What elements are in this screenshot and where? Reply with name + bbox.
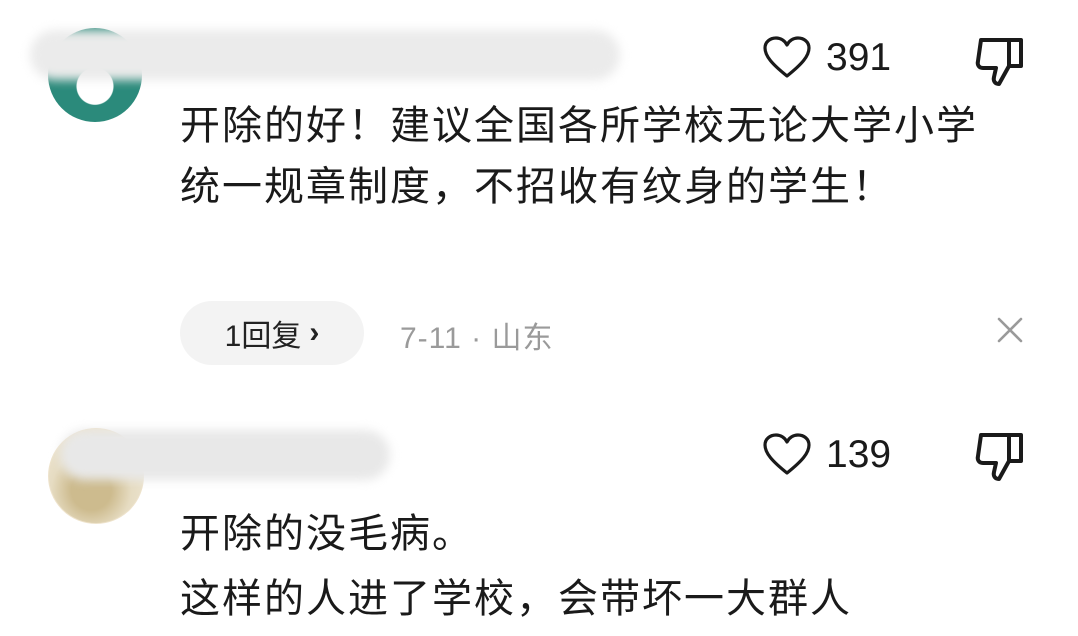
comment-meta: 7-11 · 山东 bbox=[400, 313, 554, 357]
chevron-right-icon: › bbox=[309, 316, 320, 349]
meta-separator: · bbox=[471, 322, 483, 355]
heart-outline-icon bbox=[763, 36, 811, 78]
like-count: 139 bbox=[826, 433, 892, 476]
thumbs-down-icon[interactable] bbox=[973, 34, 1029, 90]
comment-item: 391 开除的好！建议全国各所学校无论大学小学统一规章制度，不招收有纹身的学生！… bbox=[0, 0, 1078, 400]
username-blurred[interactable] bbox=[60, 430, 390, 480]
like-count: 391 bbox=[826, 36, 892, 79]
like-button[interactable]: 391 bbox=[762, 28, 891, 88]
comment-item: 139 开除的没毛病。 这样的人进了学校，会带坏一大群人 bbox=[0, 400, 1078, 636]
like-button[interactable]: 139 bbox=[762, 425, 891, 485]
comment-date: 7-11 bbox=[400, 322, 462, 355]
replies-label: 1回复 bbox=[224, 320, 302, 353]
username-blurred[interactable] bbox=[30, 30, 620, 80]
comment-text: 开除的没毛病。 这样的人进了学校，会带坏一大群人 bbox=[180, 511, 852, 622]
comment-location: 山东 bbox=[491, 322, 554, 355]
heart-outline-icon bbox=[763, 433, 811, 475]
thumbs-down-icon[interactable] bbox=[973, 429, 1029, 485]
view-replies-button[interactable]: 1回复 › bbox=[180, 301, 364, 365]
comment-text: 开除的好！建议全国各所学校无论大学小学统一规章制度，不招收有纹身的学生！ bbox=[180, 103, 978, 210]
close-icon[interactable] bbox=[994, 314, 1026, 346]
